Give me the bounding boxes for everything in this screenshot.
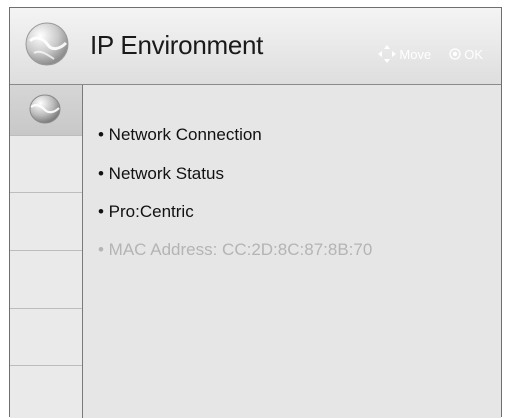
menu-item-mac-address: • MAC Address: CC:2D:8C:87:8B:70 bbox=[98, 240, 373, 259]
ok-hint-label: OK bbox=[464, 46, 483, 62]
ok-button-icon bbox=[449, 48, 461, 60]
sidebar-item[interactable] bbox=[10, 251, 82, 309]
key-hints: Move OK bbox=[377, 44, 483, 64]
header-bar: IP Environment Move OK bbox=[10, 8, 501, 85]
menu-item-pro-centric[interactable]: • Pro:Centric bbox=[98, 202, 194, 222]
page-title: IP Environment bbox=[90, 30, 264, 60]
move-hint-label: Move bbox=[399, 46, 432, 62]
sidebar-item[interactable] bbox=[10, 309, 82, 366]
sidebar-item[interactable] bbox=[10, 136, 82, 193]
menu-item-network-connection[interactable]: • Network Connection bbox=[98, 125, 262, 145]
settings-window: IP Environment Move OK • Network Connect… bbox=[9, 7, 502, 418]
sidebar-item-network[interactable] bbox=[10, 85, 82, 136]
menu-item-network-status[interactable]: • Network Status bbox=[98, 164, 224, 184]
move-arrows-icon bbox=[378, 45, 397, 63]
globe-icon bbox=[29, 94, 61, 124]
globe-icon bbox=[25, 22, 69, 66]
sidebar-item[interactable] bbox=[10, 366, 82, 418]
category-sidebar bbox=[10, 85, 83, 418]
sidebar-item[interactable] bbox=[10, 193, 82, 251]
menu-panel: • Network Connection • Network Status • … bbox=[83, 85, 501, 418]
